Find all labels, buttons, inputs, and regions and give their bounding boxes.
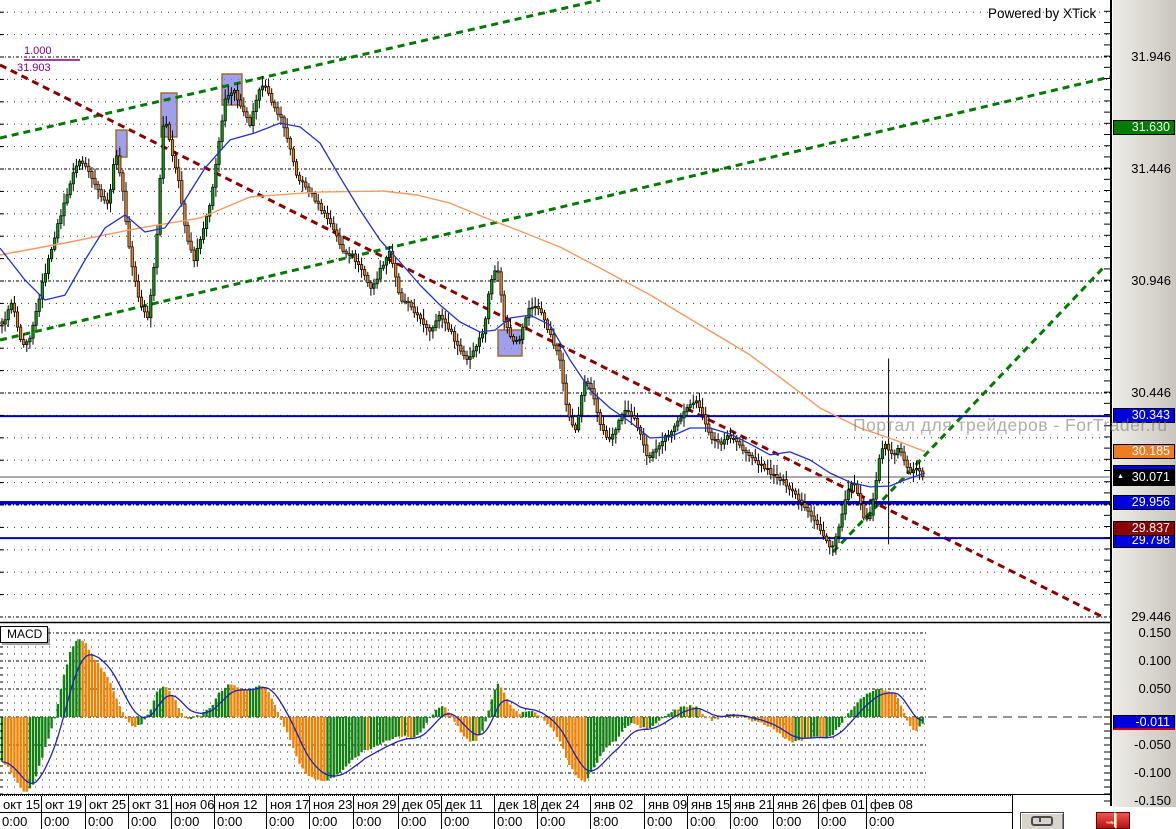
chart-window: Powered by XTick Портал для трейдеров - … (0, 0, 1176, 829)
date-label: янв 02 (591, 796, 644, 813)
chain-icon (1031, 816, 1053, 826)
date-label: янв 09 (645, 796, 687, 813)
link-button[interactable] (1020, 812, 1064, 829)
time-axis-cell: окт 31 0:00 (128, 796, 171, 829)
time-axis-cell: янв 21 0:00 (730, 796, 773, 829)
price-badge: 31.630 (1113, 120, 1175, 135)
date-label: ноя 17 (267, 796, 309, 813)
time-axis-cell: дек 18 0:00 (494, 796, 537, 829)
scroll-to-end-button[interactable]: →▏ (1096, 812, 1130, 829)
time-label: 0:00 (776, 814, 802, 829)
date-label: окт 25 (86, 796, 128, 813)
date-label: дек 24 (538, 796, 590, 813)
time-label: 0:00 (540, 814, 566, 829)
axis-label: 0.150 (1138, 625, 1171, 640)
date-label: окт 15 (0, 796, 41, 813)
time-axis-cell: ноя 29 0:00 (353, 796, 398, 829)
date-label: ноя 29 (354, 796, 398, 813)
time-label: 0:00 (312, 814, 338, 829)
date-label: ноя 12 (215, 796, 266, 813)
time-axis-cell: янв 15 0:00 (687, 796, 730, 829)
date-label: окт 19 (42, 796, 85, 813)
time-label: 0:00 (131, 814, 157, 829)
date-label: янв 26 (774, 796, 818, 813)
axis-label: 0.050 (1138, 681, 1171, 696)
time-axis-cell: ноя 23 0:00 (309, 796, 353, 829)
powered-by-label: Powered by XTick (988, 6, 1097, 21)
time-axis-cell: янв 26 0:00 (773, 796, 818, 829)
time-axis-cell: окт 25 0:00 (85, 796, 128, 829)
time-axis-cell: фев 08 0:00 (866, 796, 1012, 829)
time-axis-cell: дек 05 0:00 (398, 796, 441, 829)
time-label: 0:00 (733, 814, 759, 829)
axis-label: 30.946 (1131, 273, 1171, 288)
time-label: 0:00 (174, 814, 200, 829)
date-label: фев 08 (867, 796, 1012, 813)
time-label: 0:00 (869, 814, 895, 829)
price-marker-icon: ▲ (1117, 473, 1124, 480)
date-label: дек 05 (399, 796, 441, 813)
axis-label: -0.150 (1134, 793, 1171, 808)
macd-label[interactable]: MACD (0, 626, 49, 643)
time-label: 0:00 (690, 814, 716, 829)
time-axis-cell: фев 01 0:00 (818, 796, 866, 829)
fib-level-label: 1.000 (24, 45, 52, 57)
axis-label: 0.100 (1138, 653, 1171, 668)
date-label: ноя 23 (310, 796, 353, 813)
price-badge: 29.956 (1113, 495, 1175, 510)
time-label: 0:00 (821, 814, 847, 829)
price-badge: 29.837 (1113, 521, 1175, 536)
time-label: 0:00 (401, 814, 427, 829)
time-label: 0:00 (88, 814, 114, 829)
time-label: 0:00 (497, 814, 523, 829)
price-axis[interactable]: 31.946 31.446 30.946 30.446 29.446 0.150 0.100… (1113, 0, 1176, 808)
price-badge: 30.071 ▲ (1113, 469, 1175, 486)
time-label: 0:00 (444, 814, 470, 829)
axis-label: 29.446 (1131, 609, 1171, 624)
axis-label: -0.100 (1134, 765, 1171, 780)
time-label: 0:00 (44, 814, 70, 829)
axis-label: -0.050 (1134, 737, 1171, 752)
time-axis-cell: окт 15 0:00 (0, 796, 41, 829)
price-badge: 30.185 (1113, 444, 1175, 459)
fib-price-label: 31.903 (17, 62, 51, 74)
axis-label: 30.446 (1131, 385, 1171, 400)
time-axis-cell: окт 19 0:00 (41, 796, 85, 829)
date-label: дек 11 (442, 796, 494, 813)
time-axis-cell: янв 09 0:00 (644, 796, 687, 829)
axis-label: 31.446 (1131, 161, 1171, 176)
time-label: 0:00 (217, 814, 243, 829)
time-axis-cell: ноя 06 0:00 (171, 796, 214, 829)
time-axis[interactable]: окт 15 0:00 окт 19 0:00 окт 25 0:00 окт 31 0:00… (0, 795, 1013, 829)
time-label: 0:00 (647, 814, 673, 829)
time-label: 0:00 (356, 814, 382, 829)
date-label: янв 15 (688, 796, 730, 813)
watermark: Портал для трейдеров - ForTrader.ru (853, 415, 1168, 435)
date-label: окт 31 (129, 796, 171, 813)
time-label: 0:00 (269, 814, 295, 829)
time-axis-cell: ноя 17 0:00 (266, 796, 309, 829)
price-badge: -0.011 (1113, 715, 1175, 730)
date-label: дек 18 (495, 796, 537, 813)
axis-label: 31.946 (1131, 49, 1171, 64)
arrow-to-end-icon: →▏ (1103, 813, 1123, 827)
date-label: фев 01 (819, 796, 866, 813)
time-label: 0:00 (2, 814, 28, 829)
date-label: ноя 06 (172, 796, 214, 813)
time-axis-cell: дек 24 0:00 (537, 796, 590, 829)
time-label: 8:00 (593, 814, 619, 829)
date-label: янв 21 (731, 796, 773, 813)
time-axis-cell: ноя 12 0:00 (214, 796, 266, 829)
time-axis-cell: дек 11 0:00 (441, 796, 494, 829)
time-axis-cell: янв 02 8:00 (590, 796, 644, 829)
